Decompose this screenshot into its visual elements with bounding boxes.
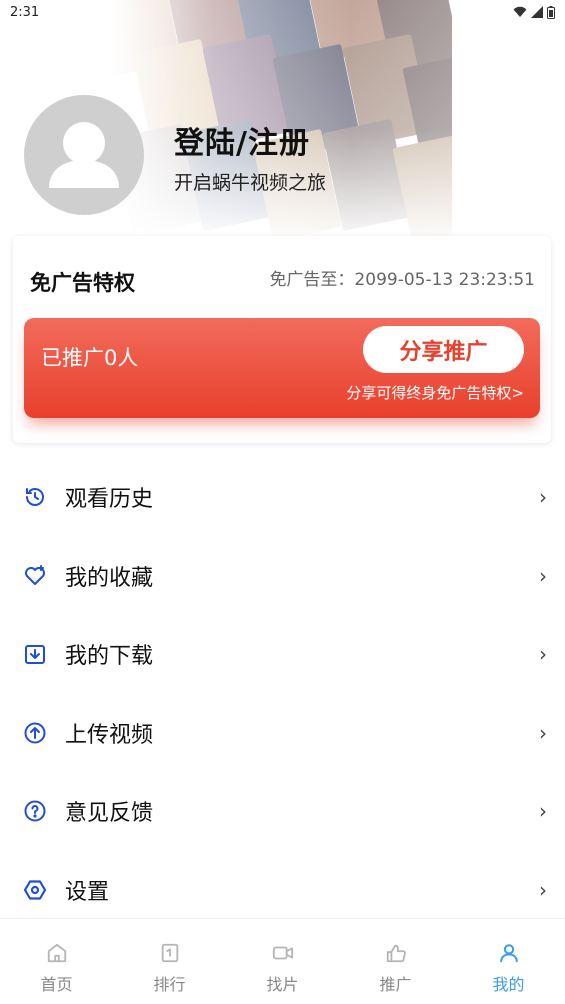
avatar[interactable]	[24, 95, 144, 215]
bottom-nav: 首页 排行 找片 推广 我的	[0, 918, 565, 1004]
profile-icon	[497, 941, 521, 965]
history-icon	[22, 484, 48, 510]
menu-label-favorites: 我的收藏	[65, 566, 154, 591]
share-tip-link[interactable]: 分享可得终身免广告特权>	[346, 382, 524, 403]
ad-free-title: 免广告特权	[30, 271, 135, 295]
chevron-right-icon: ›	[539, 878, 547, 902]
chevron-right-icon: ›	[539, 721, 547, 745]
nav-label-mine: 我的	[492, 975, 525, 994]
menu-label-upload: 上传视频	[65, 723, 154, 748]
share-promote-button[interactable]: 分享推广	[363, 326, 524, 373]
nav-ranking[interactable]: 排行	[113, 919, 226, 1004]
nav-home[interactable]: 首页	[0, 919, 113, 1004]
login-subtitle: 开启蜗牛视频之旅	[174, 172, 327, 194]
chevron-right-icon: ›	[539, 485, 547, 509]
download-icon	[22, 641, 48, 667]
promote-icon	[384, 941, 408, 965]
login-register-title[interactable]: 登陆/注册	[174, 118, 310, 162]
settings-icon	[22, 877, 48, 903]
favorite-icon	[22, 563, 48, 589]
ranking-icon	[158, 941, 182, 965]
menu-item-feedback[interactable]: 意见反馈 ›	[0, 772, 565, 850]
menu-label-settings: 设置	[65, 880, 110, 905]
ad-free-card: 免广告特权 免广告至：2099-05-13 23:23:51 已推广0人 分享推…	[13, 236, 551, 443]
chevron-right-icon: ›	[539, 642, 547, 666]
nav-label-promote: 推广	[379, 975, 412, 994]
nav-find-video[interactable]: 找片	[226, 919, 339, 1004]
nav-label-find-video: 找片	[266, 975, 299, 994]
menu-item-favorites[interactable]: 我的收藏 ›	[0, 537, 565, 615]
feedback-icon	[22, 798, 48, 824]
menu-label-history: 观看历史	[65, 487, 154, 512]
menu-item-downloads[interactable]: 我的下载 ›	[0, 615, 565, 693]
nav-label-home: 首页	[40, 975, 73, 994]
status-bar: 2:31	[0, 0, 565, 24]
chevron-right-icon: ›	[539, 564, 547, 588]
menu-item-history[interactable]: 观看历史 ›	[0, 458, 565, 536]
ad-free-expire: 免广告至：2099-05-13 23:23:51	[269, 270, 535, 290]
signal-icon	[531, 6, 543, 18]
user-placeholder-icon	[49, 122, 119, 188]
nav-mine[interactable]: 我的	[452, 919, 565, 1004]
home-icon	[45, 941, 69, 965]
chevron-right-icon: ›	[539, 799, 547, 823]
menu-item-upload[interactable]: 上传视频 ›	[0, 694, 565, 772]
battery-icon	[547, 5, 555, 19]
nav-label-ranking: 排行	[153, 975, 186, 994]
menu-label-feedback: 意见反馈	[65, 801, 154, 826]
promoted-count: 已推广0人	[41, 346, 139, 370]
nav-promote[interactable]: 推广	[339, 919, 452, 1004]
status-icons	[513, 5, 555, 19]
promotion-banner: 已推广0人 分享推广 分享可得终身免广告特权>	[24, 318, 540, 418]
video-search-icon	[271, 941, 295, 965]
menu-label-downloads: 我的下载	[65, 644, 154, 669]
upload-icon	[22, 720, 48, 746]
status-time: 2:31	[10, 4, 40, 20]
wifi-icon	[513, 6, 527, 17]
